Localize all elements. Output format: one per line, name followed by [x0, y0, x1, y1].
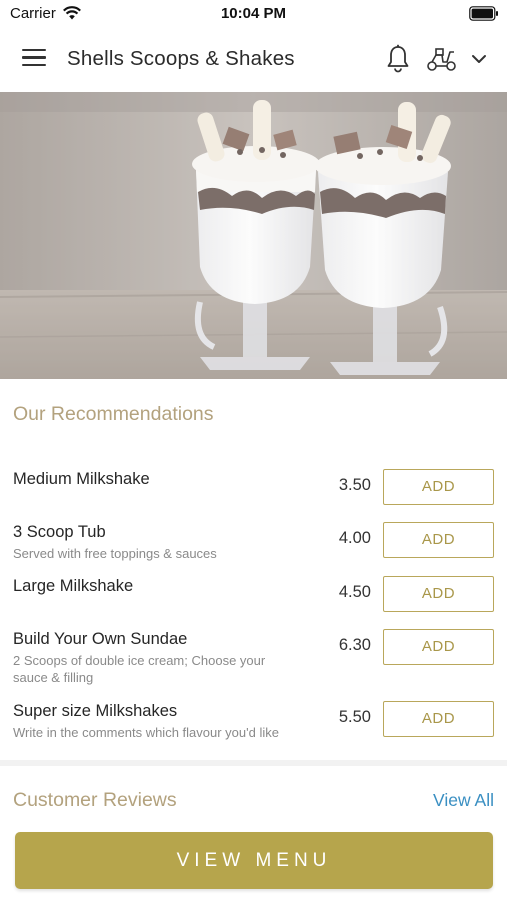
view-all-link[interactable]: View All: [433, 790, 494, 811]
item-price: 4.50: [338, 583, 371, 601]
item-description: 2 Scoops of double ice cream; Choose you…: [13, 653, 266, 685]
item-description: Served with free toppings & sauces: [13, 546, 217, 561]
hero-image: [0, 92, 507, 379]
section-divider: [0, 760, 507, 766]
add-button[interactable]: ADD: [383, 469, 494, 505]
item-name: Large Milkshake: [13, 577, 134, 595]
status-time: 10:04 PM: [220, 5, 287, 22]
add-button[interactable]: ADD: [383, 629, 494, 665]
item-price: 5.50: [338, 708, 371, 726]
add-button[interactable]: ADD: [383, 576, 494, 612]
scooter-icon[interactable]: [426, 47, 458, 73]
page-title: Shells Scoops & Shakes: [67, 47, 295, 70]
item-name: Medium Milkshake: [13, 470, 150, 488]
status-bar: Carrier 10:04 PM: [0, 0, 507, 28]
item-description: Write in the comments which flavour you'…: [13, 725, 279, 740]
item-price: 4.00: [338, 529, 371, 547]
reviews-title: Customer Reviews: [13, 789, 177, 811]
add-button[interactable]: ADD: [383, 701, 494, 737]
item-name: Super size Milkshakes: [13, 702, 178, 720]
app-header: Shells Scoops & Shakes: [0, 28, 507, 92]
item-price: 6.30: [338, 636, 371, 654]
milkshakes-photo: [0, 92, 507, 379]
battery-icon: [469, 6, 498, 21]
item-name: Build Your Own Sundae: [13, 630, 188, 648]
item-name: 3 Scoop Tub: [13, 523, 106, 541]
recommendations-title: Our Recommendations: [13, 403, 214, 425]
add-button[interactable]: ADD: [383, 522, 494, 558]
view-menu-button[interactable]: VIEW MENU: [15, 832, 493, 889]
item-price: 3.50: [338, 476, 371, 494]
hamburger-menu-icon[interactable]: [22, 49, 46, 69]
chevron-down-icon[interactable]: [470, 51, 488, 67]
bell-icon[interactable]: [385, 44, 411, 74]
